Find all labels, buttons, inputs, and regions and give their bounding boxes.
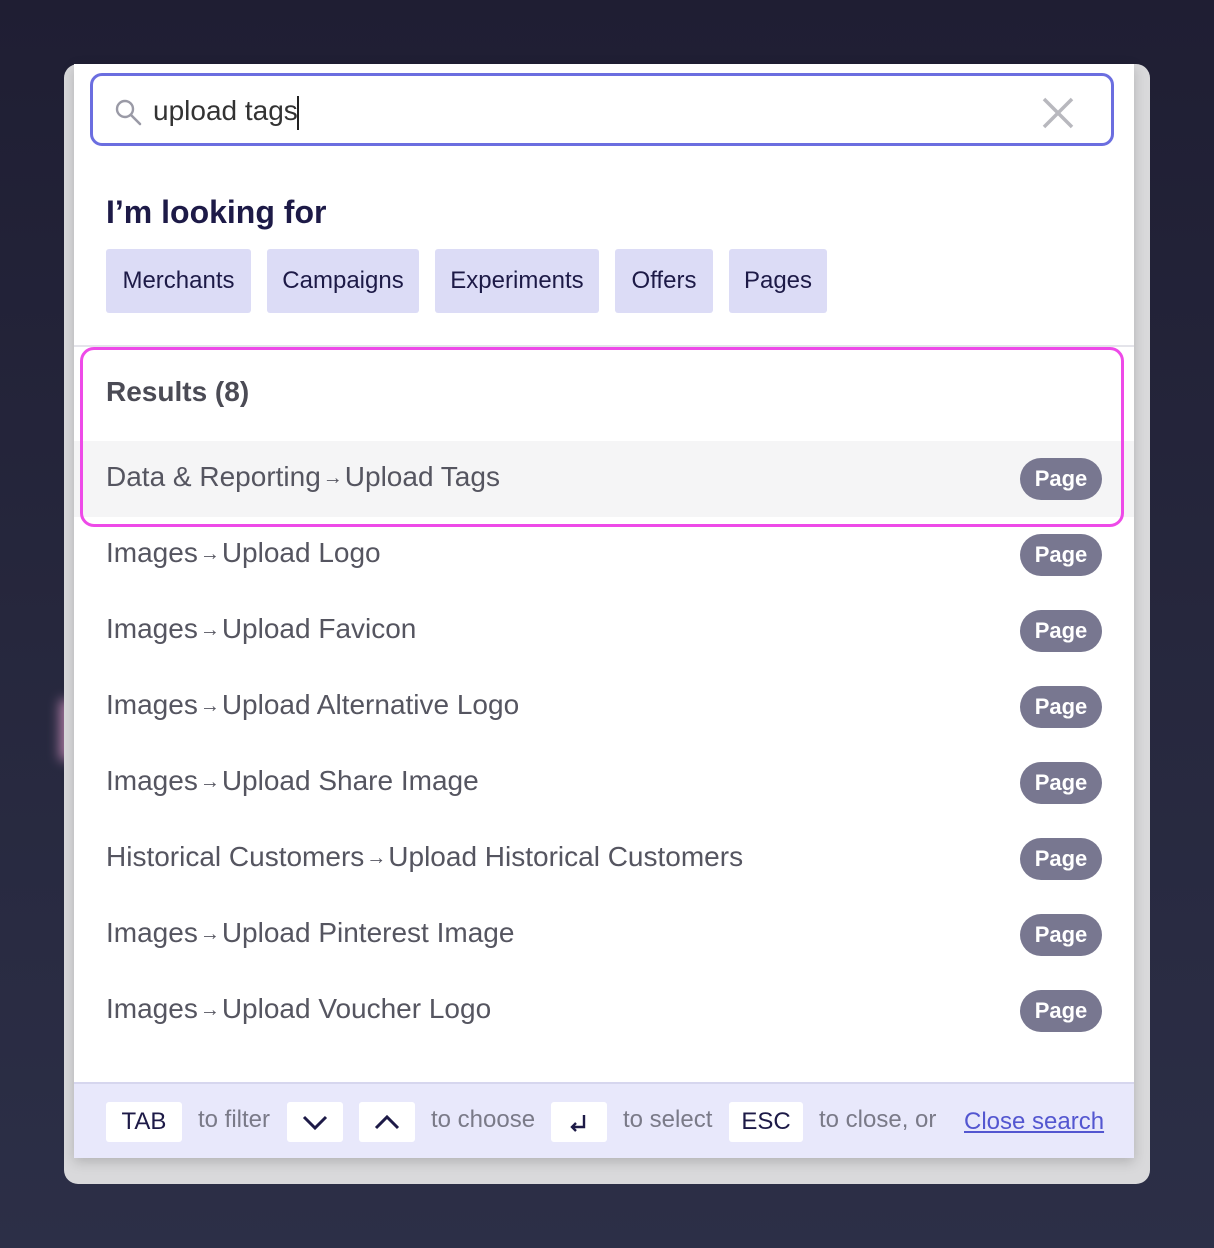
- tab-key: TAB: [106, 1102, 182, 1142]
- arrow-right-icon: →: [322, 467, 343, 489]
- search-box[interactable]: [90, 73, 1114, 146]
- result-item[interactable]: Images →Upload Pinterest Image Page: [74, 897, 1134, 973]
- filter-chip-campaigns[interactable]: Campaigns: [267, 249, 419, 313]
- close-search-link[interactable]: Close search: [964, 1108, 1104, 1136]
- arrow-right-icon: →: [199, 999, 220, 1021]
- result-item[interactable]: Images →Upload Alternative Logo Page: [74, 669, 1134, 745]
- filter-chip-merchants[interactable]: Merchants: [106, 249, 251, 313]
- page-badge: Page: [1020, 762, 1102, 804]
- arrow-right-icon: →: [366, 847, 387, 869]
- page-badge: Page: [1020, 610, 1102, 652]
- result-parent: Historical Customers: [106, 841, 365, 872]
- result-page: Upload Share Image: [221, 765, 479, 796]
- result-parent: Images: [106, 689, 198, 720]
- section-divider: [74, 345, 1134, 347]
- page-badge: Page: [1020, 458, 1102, 500]
- page-badge: Page: [1020, 838, 1102, 880]
- esc-key: ESC: [729, 1102, 803, 1142]
- result-label: Images →Upload Favicon: [106, 613, 416, 645]
- page-badge: Page: [1020, 914, 1102, 956]
- result-label: Images →Upload Share Image: [106, 765, 479, 797]
- page-badge: Page: [1020, 686, 1102, 728]
- chevron-up-icon: [359, 1102, 415, 1142]
- text-caret: [297, 96, 299, 130]
- keyboard-hints-footer: TAB to filter to choose to select ESC to…: [74, 1082, 1134, 1158]
- result-label: Images →Upload Logo: [106, 537, 381, 569]
- result-label: Data & Reporting →Upload Tags: [106, 461, 500, 493]
- arrow-right-icon: →: [199, 923, 220, 945]
- result-label: Historical Customers →Upload Historical C…: [106, 841, 743, 873]
- result-item[interactable]: Images →Upload Favicon Page: [74, 593, 1134, 669]
- result-page: Upload Historical Customers: [388, 841, 744, 872]
- arrow-right-icon: →: [199, 619, 220, 641]
- result-item[interactable]: Historical Customers →Upload Historical C…: [74, 821, 1134, 897]
- filter-chip-pages[interactable]: Pages: [729, 249, 827, 313]
- result-page: Upload Favicon: [221, 613, 417, 644]
- result-item[interactable]: Images →Upload Voucher Logo Page: [74, 973, 1134, 1049]
- result-item[interactable]: Images →Upload Share Image Page: [74, 745, 1134, 821]
- filter-hint: to filter: [198, 1106, 271, 1133]
- page-badge: Page: [1020, 990, 1102, 1032]
- arrow-right-icon: →: [199, 771, 220, 793]
- select-hint: to select: [623, 1106, 713, 1133]
- results-heading: Results (8): [106, 376, 250, 407]
- result-parent: Images: [106, 613, 198, 644]
- result-item[interactable]: Images →Upload Logo Page: [74, 517, 1134, 593]
- result-parent: Images: [106, 993, 198, 1024]
- result-label: Images →Upload Alternative Logo: [106, 689, 519, 721]
- chevron-down-icon: [287, 1102, 343, 1142]
- arrow-right-icon: →: [199, 695, 220, 717]
- result-item[interactable]: Data & Reporting →Upload Tags Page: [74, 441, 1134, 517]
- result-label: Images →Upload Pinterest Image: [106, 917, 514, 949]
- result-parent: Data & Reporting: [106, 461, 321, 492]
- result-page: Upload Logo: [221, 537, 381, 568]
- result-page: Upload Pinterest Image: [221, 917, 515, 948]
- result-parent: Images: [106, 917, 198, 948]
- arrow-right-icon: →: [199, 543, 220, 565]
- filter-chip-offers[interactable]: Offers: [615, 249, 713, 313]
- search-icon: [115, 99, 142, 126]
- choose-hint: to choose: [431, 1106, 536, 1133]
- result-page: Upload Voucher Logo: [221, 993, 492, 1024]
- close-icon[interactable]: [1041, 96, 1075, 130]
- result-parent: Images: [106, 537, 198, 568]
- close-hint: to close, or: [819, 1106, 937, 1133]
- looking-for-heading: I’m looking for: [106, 194, 327, 230]
- result-parent: Images: [106, 765, 198, 796]
- filter-chip-experiments[interactable]: Experiments: [435, 249, 599, 313]
- result-label: Images →Upload Voucher Logo: [106, 993, 491, 1025]
- result-page: Upload Alternative Logo: [221, 689, 520, 720]
- enter-key-icon: [551, 1102, 607, 1142]
- search-modal: I’m looking for Merchants Campaigns Expe…: [74, 64, 1134, 1158]
- page-badge: Page: [1020, 534, 1102, 576]
- search-input[interactable]: [153, 92, 1013, 130]
- result-page: Upload Tags: [344, 461, 500, 492]
